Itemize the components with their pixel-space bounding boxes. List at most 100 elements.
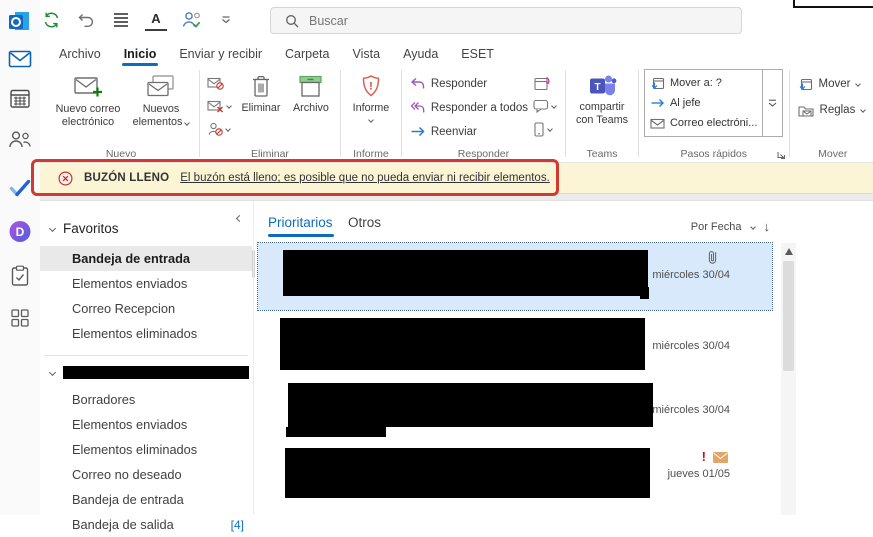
scroll-up-arrow[interactable] (785, 248, 793, 255)
reply-button[interactable]: Responder (407, 72, 531, 95)
svg-text:!: ! (369, 81, 373, 93)
todo-nav-icon[interactable] (9, 179, 31, 197)
delete-button[interactable]: Eliminar (235, 70, 287, 145)
collapse-sidebar-icon[interactable] (237, 208, 242, 226)
meeting-reply-button[interactable] (533, 75, 556, 91)
sidebar-item-correo-recepcion[interactable]: Correo Recepcion (40, 296, 252, 321)
error-circle-x-icon (58, 171, 73, 186)
sidebar-item-elementos-eliminados-2[interactable]: Elementos eliminados (40, 437, 252, 462)
tab-vista[interactable]: Vista (351, 43, 383, 65)
junk-mail-button[interactable] (207, 98, 231, 114)
sidebar-item-bandeja-de-entrada[interactable]: Bandeja de entrada (40, 246, 252, 271)
group-label-responder: Responder (405, 145, 562, 162)
email-date: miércoles 30/04 (652, 340, 730, 352)
archive-button[interactable]: Archivo (287, 70, 335, 145)
new-items-label: Nuevos elementos (133, 103, 183, 128)
forward-button[interactable]: Reenviar (407, 120, 531, 143)
redacted-email-content (285, 448, 650, 498)
warning-message-link[interactable]: El buzón está lleno; es posible que no p… (180, 172, 550, 184)
sidebar-item-bandeja-de-entrada-2[interactable]: Bandeja de entrada (40, 487, 252, 512)
email-list-item[interactable]: miércoles 30/04 (258, 243, 772, 310)
focused-tab-underline (268, 234, 334, 237)
block-sender-button[interactable] (207, 121, 231, 137)
email-date: miércoles 30/04 (652, 404, 730, 416)
scrollbar-thumb[interactable] (783, 261, 794, 371)
tab-otros[interactable]: Otros (348, 215, 381, 230)
rules-button[interactable]: Reglas (795, 101, 871, 119)
redacted-account-name (63, 366, 249, 379)
report-button[interactable]: ! Informe (346, 70, 396, 145)
quick-step-al-jefe[interactable]: Al jefe (650, 97, 757, 109)
font-underline-icon[interactable]: A (145, 9, 167, 31)
ribbon: Nuevo correo electrónico Nuevos elemento… (40, 67, 873, 163)
sidebar-item-correo-no-deseado[interactable]: Correo no deseado (40, 462, 252, 487)
svg-text:D: D (16, 225, 25, 239)
quick-step-correo-electronico[interactable]: Correo electróni... (650, 117, 757, 129)
title-bar: A (40, 0, 873, 40)
share-to-teams-label: compartir con Teams (571, 101, 633, 128)
redacted-email-content (283, 250, 648, 296)
calendar-nav-icon[interactable] (10, 88, 31, 109)
reply-label: Responder (431, 78, 487, 90)
sidebar-item-borradores[interactable]: Borradores (40, 387, 252, 412)
d-app-icon[interactable]: D (9, 220, 32, 243)
sidebar-item-elementos-enviados-2[interactable]: Elementos enviados (40, 412, 252, 437)
undo-button[interactable] (75, 9, 97, 31)
tab-carpeta[interactable]: Carpeta (283, 43, 331, 65)
email-list-item[interactable]: miércoles 30/04 (258, 312, 772, 377)
sync-button[interactable] (40, 9, 62, 31)
favorites-header[interactable]: Favoritos (40, 217, 252, 239)
warning-title: BUZÓN LLENO (84, 172, 169, 184)
mail-nav-icon[interactable] (9, 50, 32, 68)
sidebar-item-elementos-enviados[interactable]: Elementos enviados (40, 271, 252, 296)
new-email-button[interactable]: Nuevo correo electrónico (48, 70, 128, 145)
more-apps-grid-icon[interactable] (10, 308, 30, 328)
tab-eset[interactable]: ESET (459, 43, 496, 65)
people-nav-icon[interactable] (8, 130, 32, 149)
email-date: jueves 01/05 (668, 468, 730, 480)
tab-enviar-y-recibir[interactable]: Enviar y recibir (177, 43, 264, 65)
ribbon-group-mover: Mover Reglas Mover (793, 67, 873, 162)
chevron-down-icon (861, 107, 867, 113)
forward-label: Reenviar (431, 126, 477, 138)
address-book-check-icon[interactable] (180, 9, 202, 31)
quick-steps-more-button[interactable] (762, 70, 782, 136)
message-list-pane: Prioritarios Otros Por Fecha ↓ miércoles… (256, 201, 796, 515)
sort-direction-arrow-icon[interactable]: ↓ (764, 219, 771, 234)
im-reply-button[interactable] (533, 98, 556, 114)
group-label-mover: Mover (793, 145, 873, 162)
teams-icon: T (587, 74, 617, 98)
search-input[interactable] (309, 14, 689, 28)
outlook-logo[interactable] (8, 9, 32, 33)
archive-icon (297, 74, 324, 99)
move-folder-icon (650, 77, 665, 90)
list-scrollbar[interactable] (781, 243, 796, 515)
sort-by-date-control[interactable]: Por Fecha ↓ (691, 219, 770, 234)
chevron-down-icon (49, 368, 56, 375)
tab-inicio[interactable]: Inicio (122, 43, 159, 65)
tab-prioritarios[interactable]: Prioritarios (268, 215, 333, 230)
account-header[interactable] (40, 361, 252, 383)
email-list-item[interactable]: ! jueves 01/05 (258, 446, 772, 512)
customize-qat-chevron-icon[interactable] (215, 9, 237, 31)
tab-archivo[interactable]: Archivo (57, 43, 103, 65)
device-reply-button[interactable] (533, 121, 556, 137)
move-button[interactable]: Mover (795, 75, 871, 93)
quick-access-toolbar: A (40, 0, 237, 40)
reply-all-icon (410, 101, 425, 114)
new-email-icon (73, 74, 104, 100)
reply-all-button[interactable]: Responder a todos (407, 96, 531, 119)
ignore-conversation-button[interactable] (207, 75, 231, 91)
view-settings-icon[interactable] (110, 9, 132, 31)
quick-steps-dialog-launcher[interactable] (776, 150, 786, 160)
tab-ayuda[interactable]: Ayuda (401, 43, 440, 65)
quick-steps-gallery: Mover a: ? Al jefe C (644, 69, 783, 137)
share-to-teams-button[interactable]: T compartir con Teams (571, 70, 633, 145)
new-items-button[interactable]: Nuevos elementos (128, 70, 194, 145)
sidebar-item-bandeja-de-salida[interactable]: Bandeja de salida [4] (40, 512, 252, 537)
email-list-item[interactable]: miércoles 30/04 (258, 379, 772, 444)
sidebar-item-elementos-eliminados[interactable]: Elementos eliminados (40, 321, 252, 346)
quick-step-mover-a[interactable]: Mover a: ? (650, 77, 757, 90)
tasks-clipboard-nav-icon[interactable] (10, 265, 30, 287)
search-bar[interactable] (270, 7, 742, 34)
